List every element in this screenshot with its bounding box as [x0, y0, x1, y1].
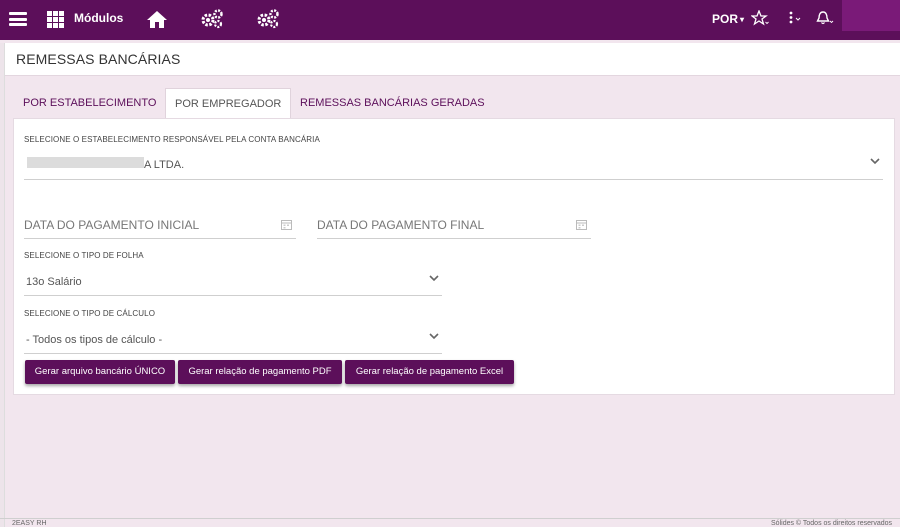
cogs-icon[interactable] [200, 9, 224, 34]
vertical-dots-icon[interactable] [788, 10, 802, 31]
generate-bank-file-button[interactable]: Gerar arquivo bancário ÚNICO [25, 360, 175, 384]
modules-menu[interactable]: Módulos [74, 11, 123, 25]
sheet-type-label: SELECIONE O TIPO DE FOLHA [24, 251, 144, 260]
caret-down-icon: ▾ [740, 15, 745, 25]
cogs-icon[interactable] [256, 9, 280, 34]
sidebar-toggle-strip[interactable] [0, 43, 5, 527]
user-menu[interactable] [842, 0, 900, 31]
footer-divider [0, 518, 900, 519]
generate-payment-pdf-button[interactable]: Gerar relação de pagamento PDF [178, 360, 342, 384]
sheet-type-select[interactable]: 13o Salário [24, 268, 442, 296]
date-start-input[interactable]: DATA DO PAGAMENTO INICIAL [24, 213, 296, 239]
language-label: POR [712, 12, 739, 26]
home-icon[interactable] [146, 9, 168, 34]
language-selector[interactable]: POR ▾ [712, 12, 744, 26]
date-end-input[interactable]: DATA DO PAGAMENTO FINAL [317, 213, 591, 239]
top-navbar: Módulos POR ▾ [0, 0, 900, 40]
calc-type-select[interactable]: - Todos os tipos de cálculo - [24, 326, 442, 354]
footer-copyright: Sólides © Todos os direitos reservados [771, 520, 892, 527]
star-icon[interactable] [750, 9, 769, 31]
page-title: REMESSAS BANCÁRIAS [16, 51, 181, 67]
sheet-type-value: 13o Salário [26, 276, 82, 288]
tab-por-estabelecimento[interactable]: POR ESTABELECIMENTO [14, 88, 165, 118]
bell-icon[interactable] [816, 10, 834, 31]
chevron-down-icon [870, 156, 880, 168]
calc-type-label: SELECIONE O TIPO DE CÁLCULO [24, 309, 156, 318]
calendar-icon[interactable] [281, 217, 292, 235]
tab-remessas-geradas[interactable]: REMESSAS BANCÁRIAS GERADAS [291, 88, 494, 118]
page-header: REMESSAS BANCÁRIAS [5, 43, 900, 76]
grid-icon[interactable] [47, 11, 64, 28]
establishment-value: A LTDA. [144, 159, 185, 171]
tab-por-empregador[interactable]: POR EMPREGADOR [165, 88, 292, 118]
redacted-text [27, 157, 144, 168]
chevron-down-icon [429, 273, 439, 285]
calc-type-value: - Todos os tipos de cálculo - [26, 334, 163, 346]
footer-brand: 2EASY RH [12, 520, 47, 527]
menu-icon[interactable] [9, 12, 27, 26]
establishment-label: SELECIONE O ESTABELECIMENTO RESPONSÁVEL … [24, 135, 320, 144]
chevron-down-icon [429, 331, 439, 343]
date-start-placeholder: DATA DO PAGAMENTO INICIAL [24, 218, 200, 232]
establishment-select[interactable]: A LTDA. [24, 152, 883, 180]
calendar-icon[interactable] [576, 217, 587, 235]
date-end-placeholder: DATA DO PAGAMENTO FINAL [317, 218, 485, 232]
generate-payment-excel-button[interactable]: Gerar relação de pagamento Excel [345, 360, 514, 384]
